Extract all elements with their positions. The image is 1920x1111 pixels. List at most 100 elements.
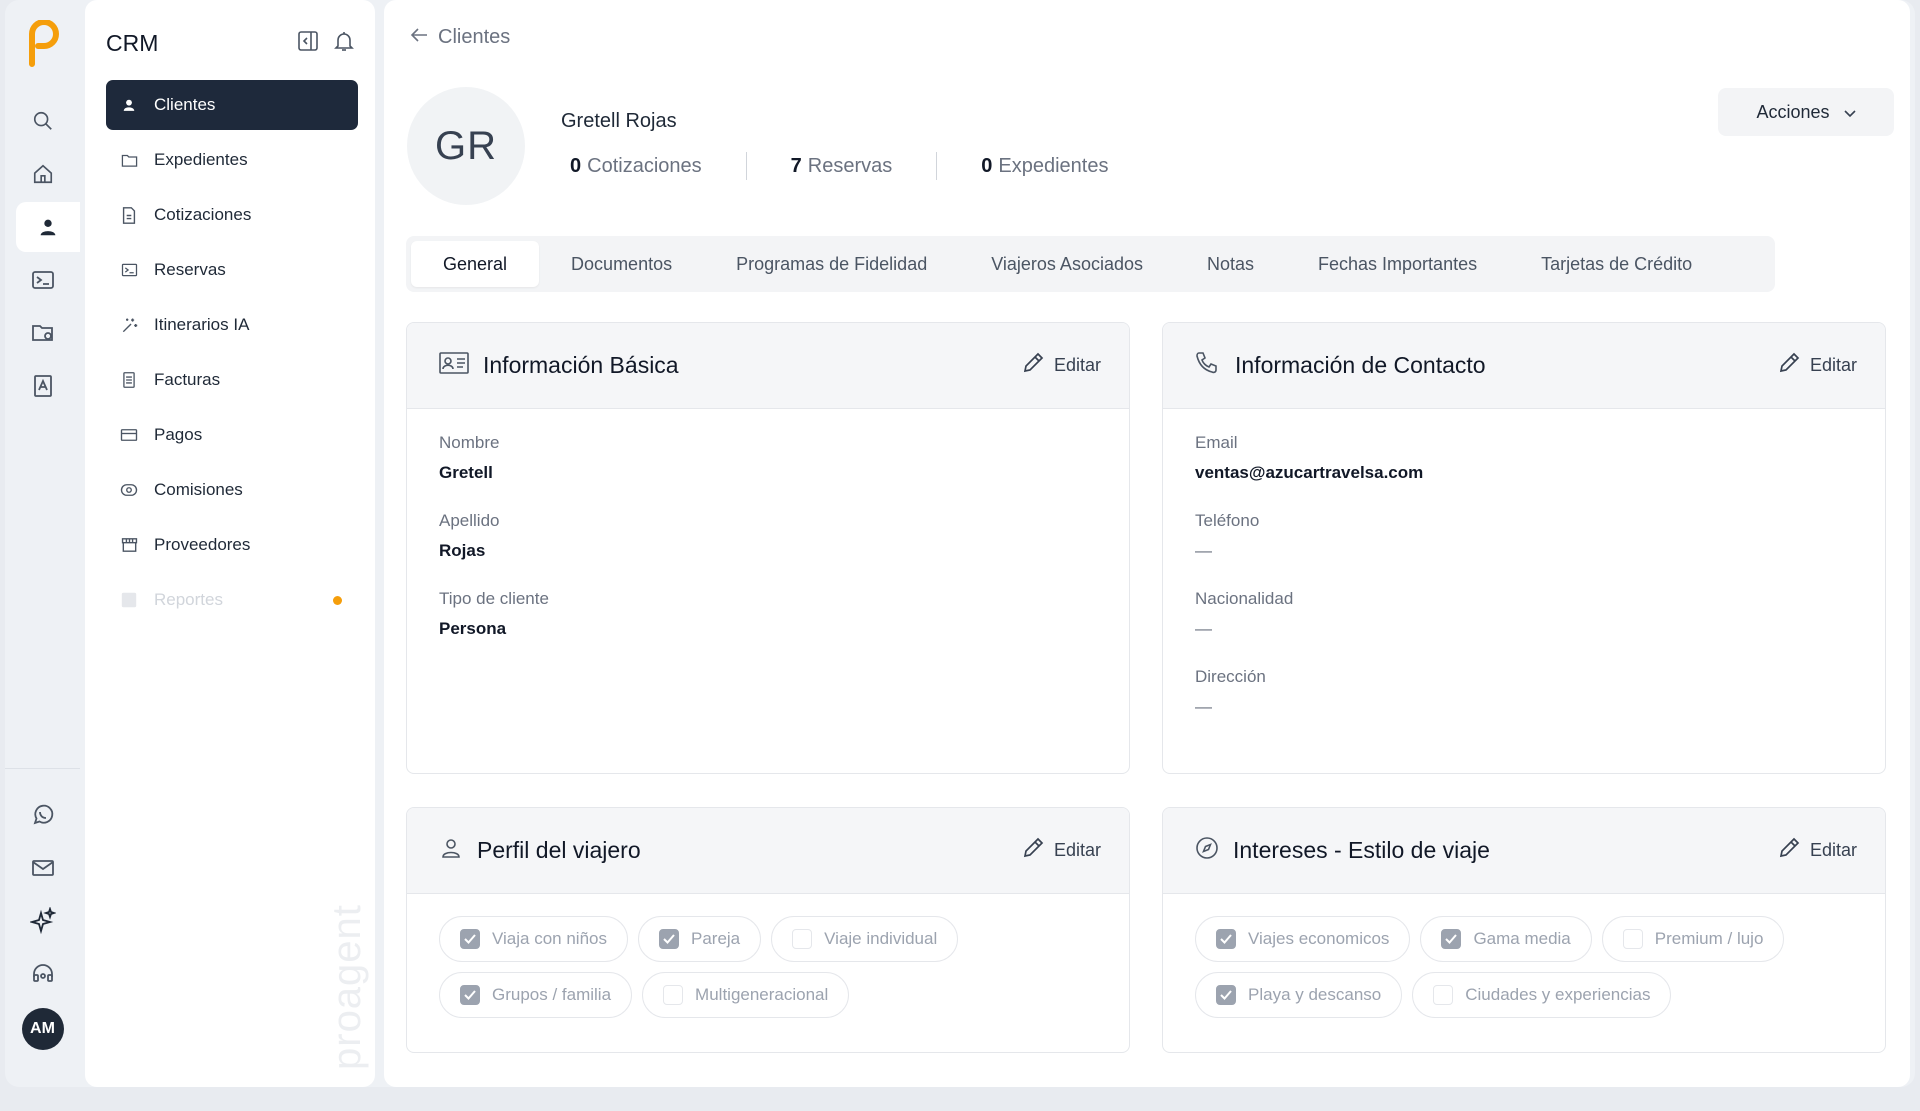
tab-notas[interactable]: Notas	[1175, 241, 1286, 287]
nav-item-label: Reservas	[154, 260, 226, 279]
crm-nav-panel: CRM Clientes Expedientes Cotizaciones Re…	[85, 0, 375, 1087]
collapse-sidebar-icon[interactable]	[297, 30, 319, 57]
option-ciudades-experiencias[interactable]: Ciudades y experiencias	[1412, 972, 1672, 1018]
option-gama-media[interactable]: Gama media	[1420, 916, 1592, 962]
pencil-icon	[1022, 352, 1044, 379]
client-stats: 0 Cotizaciones 7 Reservas 0 Expedientes	[570, 152, 1108, 180]
checkbox-unchecked	[663, 985, 684, 1005]
pencil-icon	[1778, 837, 1800, 864]
edit-label: Editar	[1053, 840, 1101, 860]
option-label: Playa y descanso	[1248, 985, 1382, 1004]
card-title: Información de Contacto	[1235, 352, 1486, 378]
nav-item-label: Expedientes	[154, 150, 248, 169]
stat-cotizaciones[interactable]: 0 Cotizaciones	[570, 155, 702, 178]
nav-item-reportes[interactable]: Reportes	[106, 575, 358, 625]
document-icon	[120, 206, 138, 224]
option-viaja-con-ninos[interactable]: Viaja con niños	[439, 916, 628, 962]
stat-expedientes[interactable]: 0 Expedientes	[981, 155, 1108, 178]
contacts-book-icon[interactable]	[11, 361, 75, 411]
traveler-profile-options: Viaja con niños Pareja Viaje individual …	[407, 894, 1129, 1040]
user-icon[interactable]	[16, 202, 80, 252]
nav-item-itinerarios-ia[interactable]: Itinerarios IA	[106, 300, 358, 350]
tab-general[interactable]: General	[411, 241, 540, 287]
tab-tarjetas-credito[interactable]: Tarjetas de Crédito	[1509, 241, 1724, 287]
nav-item-clientes[interactable]: Clientes	[106, 80, 358, 130]
field-label-email: Email	[1195, 433, 1238, 452]
field-label-nombre: Nombre	[439, 433, 500, 452]
tab-viajeros-asociados[interactable]: Viajeros Asociados	[959, 241, 1175, 287]
nav-item-cotizaciones[interactable]: Cotizaciones	[106, 190, 358, 240]
user-avatar[interactable]: AM	[21, 1008, 64, 1050]
option-grupos-familia[interactable]: Grupos / familia	[439, 972, 633, 1018]
option-label: Premium / lujo	[1654, 929, 1764, 948]
checkbox-unchecked	[1622, 929, 1643, 949]
actions-dropdown[interactable]: Acciones	[1718, 88, 1894, 136]
field-value-nombre: Gretell	[439, 463, 493, 482]
rail-divider	[5, 768, 80, 769]
support-icon[interactable]	[11, 949, 75, 999]
tab-bar: General Documentos Programas de Fidelida…	[406, 236, 1775, 292]
field-value-email: ventas@azucartravelsa.com	[1195, 463, 1424, 482]
nav-item-label: Reportes	[154, 590, 223, 609]
search-icon[interactable]	[11, 96, 75, 146]
card-title: Intereses - Estilo de viaje	[1233, 837, 1490, 863]
nav-title: CRM	[106, 29, 159, 56]
terminal-icon[interactable]	[11, 255, 75, 305]
stat-divider	[745, 152, 747, 180]
phone-icon	[1195, 351, 1221, 380]
nav-item-expedientes[interactable]: Expedientes	[106, 135, 358, 185]
interests-options: Viajes economicos Gama media Premium / l…	[1163, 894, 1885, 1040]
user-icon	[120, 96, 138, 114]
option-premium-lujo[interactable]: Premium / lujo	[1601, 916, 1785, 962]
chevron-down-icon	[1843, 102, 1856, 123]
tab-fechas-importantes[interactable]: Fechas Importantes	[1286, 241, 1509, 287]
option-pareja[interactable]: Pareja	[638, 916, 762, 962]
mail-icon[interactable]	[11, 843, 75, 893]
option-label: Viaja con niños	[492, 929, 607, 948]
invoice-icon	[120, 371, 138, 389]
sparkles-icon[interactable]	[11, 896, 75, 946]
option-label: Viaje individual	[824, 929, 938, 948]
field-label-apellido: Apellido	[439, 511, 500, 530]
tab-documentos[interactable]: Documentos	[539, 241, 704, 287]
brand-logo	[28, 20, 59, 67]
option-label: Ciudades y experiencias	[1465, 985, 1651, 1004]
nav-item-comisiones[interactable]: Comisiones	[106, 465, 358, 515]
back-link-label: Clientes	[438, 26, 511, 48]
checkbox-checked	[1216, 929, 1236, 949]
edit-traveler-profile-button[interactable]: Editar	[1022, 837, 1101, 864]
edit-interests-button[interactable]: Editar	[1778, 837, 1857, 864]
option-multigeneracional[interactable]: Multigeneracional	[642, 972, 850, 1018]
whatsapp-icon[interactable]	[11, 790, 75, 840]
nav-item-label: Pagos	[154, 425, 203, 444]
checkbox-checked	[460, 929, 480, 949]
nav-item-label: Comisiones	[154, 480, 243, 499]
option-label: Gama media	[1473, 929, 1571, 948]
basic-info-card: Información Básica Editar Nombre Gretell…	[406, 322, 1130, 774]
nav-item-pagos[interactable]: Pagos	[106, 410, 358, 460]
option-playa-descanso[interactable]: Playa y descanso	[1195, 972, 1403, 1018]
icon-rail: AM	[5, 0, 80, 1087]
field-label-nacionalidad: Nacionalidad	[1195, 589, 1294, 608]
card-title: Perfil del viajero	[477, 837, 641, 863]
field-value-nacionalidad: —	[1195, 619, 1212, 638]
option-viajes-economicos[interactable]: Viajes economicos	[1195, 916, 1411, 962]
folder-settings-icon[interactable]	[11, 308, 75, 358]
nav-item-label: Cotizaciones	[154, 205, 252, 224]
tab-programas-fidelidad[interactable]: Programas de Fidelidad	[704, 241, 959, 287]
ticket-icon	[120, 261, 138, 279]
nav-item-facturas[interactable]: Facturas	[106, 355, 358, 405]
nav-item-proveedores[interactable]: Proveedores	[106, 520, 358, 570]
edit-basic-info-button[interactable]: Editar	[1022, 352, 1101, 379]
bell-icon[interactable]	[333, 30, 355, 57]
home-icon[interactable]	[11, 149, 75, 199]
nav-item-reservas[interactable]: Reservas	[106, 245, 358, 295]
edit-contact-info-button[interactable]: Editar	[1778, 352, 1857, 379]
option-viaje-individual[interactable]: Viaje individual	[771, 916, 959, 962]
person-icon	[439, 836, 463, 865]
checkbox-checked	[659, 929, 679, 949]
stat-reservas[interactable]: 7 Reservas	[791, 155, 893, 178]
card-title: Información Básica	[483, 352, 679, 378]
back-link[interactable]: Clientes	[410, 26, 510, 49]
client-avatar: GR	[407, 87, 525, 205]
